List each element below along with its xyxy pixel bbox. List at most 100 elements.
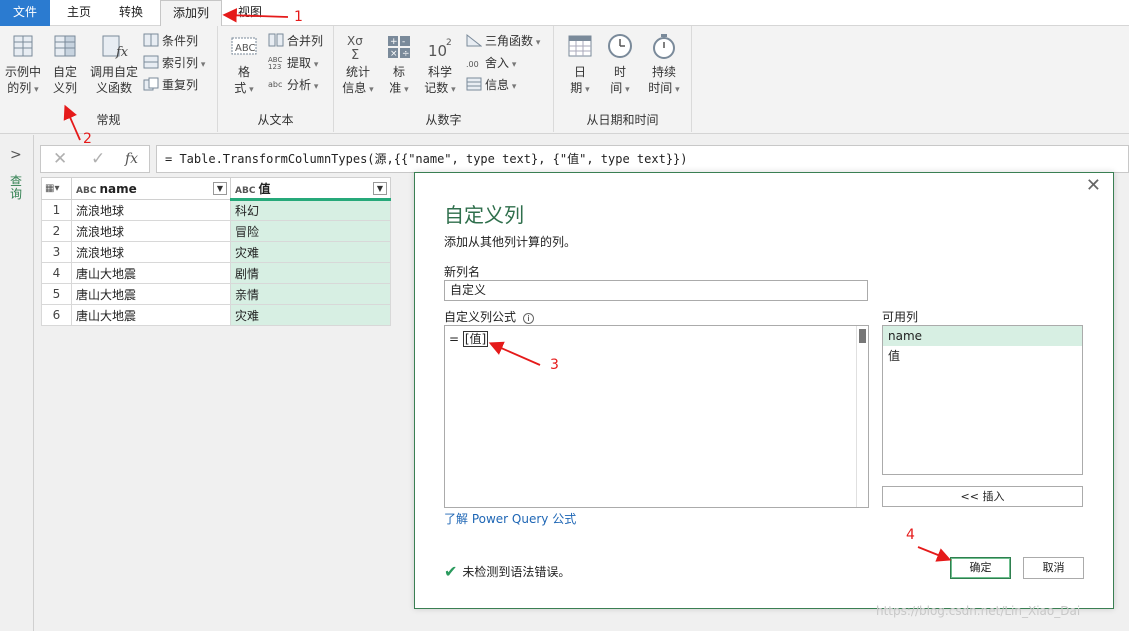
cell-value[interactable]: 科幻 (230, 199, 391, 221)
learn-power-query-link[interactable]: 了解 Power Query 公式 (444, 510, 576, 527)
formula-bar: ✕ ✓ fx = Table.TransformColumnTypes(源,{{… (40, 145, 1129, 173)
parse-button[interactable]: abc 分析 ▾ (268, 75, 318, 95)
cancel-formula-icon[interactable]: ✕ (53, 149, 67, 169)
parse-label: 分析 (287, 78, 312, 92)
custom-column-dialog: ✕ 自定义列 添加从其他列计算的列。 新列名 自定义 自定义列公式 i = [值… (414, 172, 1114, 609)
standard-button[interactable]: + - × ÷ 标 准 ▾ (382, 32, 416, 98)
index-column-button[interactable]: 索引列 ▾ (143, 53, 205, 73)
column-header-name[interactable]: ABC name ▼ (71, 177, 231, 200)
information-button[interactable]: 信息 ▾ (466, 75, 516, 95)
cell-value[interactable]: 灾难 (230, 241, 391, 263)
scientific-button[interactable]: 10 2 科学 记数 ▾ (420, 32, 460, 98)
format-button[interactable]: ABC 格 式 ▾ (224, 32, 264, 98)
svg-text:Xσ: Xσ (347, 34, 363, 48)
cell-name[interactable]: 唐山大地震 (71, 262, 231, 284)
merge-columns-icon (268, 33, 284, 47)
table-row[interactable]: 2 流浪地球 冒险 (41, 220, 391, 242)
queries-pane-label[interactable]: 查询 (10, 175, 24, 201)
extract-button[interactable]: ABC 123 提取 ▾ (268, 53, 318, 73)
cell-value[interactable]: 冒险 (230, 220, 391, 242)
expand-queries-chevron-icon[interactable]: > (10, 147, 22, 163)
fx-icon[interactable]: fx (125, 151, 138, 167)
filter-dropdown-icon[interactable]: ▼ (373, 182, 387, 195)
merge-columns-button[interactable]: 合并列 (268, 31, 323, 51)
cell-name[interactable]: 流浪地球 (71, 220, 231, 242)
annotation-number: 3 (550, 357, 559, 373)
trigonometry-button[interactable]: 三角函数 ▾ (466, 31, 540, 51)
close-icon[interactable]: ✕ (1086, 175, 1101, 196)
cell-value[interactable]: 亲情 (230, 283, 391, 305)
confirm-formula-icon[interactable]: ✓ (91, 149, 105, 169)
table-row[interactable]: 6 唐山大地震 灾难 (41, 304, 391, 326)
annotation-number: 2 (83, 131, 92, 147)
time-button[interactable]: 时 间 ▾ (602, 32, 638, 98)
format-icon: ABC (231, 37, 257, 55)
text-type-icon[interactable]: ABC (235, 186, 255, 196)
duplicate-column-button[interactable]: 重复列 (143, 75, 198, 95)
cell-name[interactable]: 唐山大地震 (71, 304, 231, 326)
table-row[interactable]: 1 流浪地球 科幻 (41, 199, 391, 221)
statistics-button[interactable]: Xσ Σ 统计 信息 ▾ (338, 32, 378, 98)
invoke-custom-function-button[interactable]: fx 调用自定 义函数 (86, 32, 142, 96)
svg-text:2: 2 (446, 38, 452, 48)
formula-label: 自定义列公式 i (444, 308, 534, 325)
formula-code[interactable]: = [值] (449, 330, 489, 347)
text-type-icon[interactable]: ABC (76, 186, 96, 196)
ribbon-group-from-text: ABC 格 式 ▾ 合并列 ABC 123 提取 ▾ abc 分析 ▾ 从文本 (218, 26, 334, 132)
svg-text:10: 10 (428, 42, 447, 60)
tab-view[interactable]: 视图 (228, 0, 272, 26)
date-label-2: 期 (570, 81, 583, 95)
table-menu-icon[interactable]: ▦▾ (41, 177, 72, 200)
from-datetime-group-label: 从日期和时间 (586, 113, 659, 127)
duration-label-1: 持续 (651, 65, 676, 79)
cell-value[interactable]: 灾难 (230, 304, 391, 326)
available-column-item[interactable]: 值 (883, 346, 1082, 366)
svg-text:abc: abc (268, 80, 282, 89)
column-from-examples-button[interactable]: 示例中 的列 ▾ (2, 32, 44, 98)
cell-value[interactable]: 剧情 (230, 262, 391, 284)
formula-value[interactable]: [值] (462, 331, 489, 347)
new-column-name-input[interactable]: 自定义 (444, 280, 868, 301)
date-button[interactable]: 日 期 ▾ (562, 32, 598, 98)
info-icon[interactable]: i (522, 313, 534, 324)
cell-name[interactable]: 唐山大地震 (71, 283, 231, 305)
format-label-1: 格 (237, 65, 250, 79)
row-index: 6 (41, 304, 72, 326)
svg-text:+: + (390, 37, 398, 47)
scrollbar-thumb[interactable] (859, 329, 866, 343)
cancel-button[interactable]: 取消 (1023, 557, 1084, 579)
duration-button[interactable]: 持续 时间 ▾ (642, 32, 686, 98)
syntax-status: ✔ 未检测到语法错误。 (444, 562, 570, 581)
table-row[interactable]: 4 唐山大地震 剧情 (41, 262, 391, 284)
custom-formula-editor[interactable]: = [值] (444, 325, 869, 508)
invoke-func-label-1: 调用自定 (89, 65, 138, 79)
status-text: 未检测到语法错误。 (462, 565, 571, 579)
table-row[interactable]: 3 流浪地球 灾难 (41, 241, 391, 263)
formula-text[interactable]: = Table.TransformColumnTypes(源,{{"name",… (156, 145, 1129, 173)
row-index: 2 (41, 220, 72, 242)
cell-name[interactable]: 流浪地球 (71, 241, 231, 263)
custom-column-button[interactable]: 自定 义列 (46, 32, 84, 96)
from-number-group-label: 从数字 (425, 113, 462, 127)
tab-file[interactable]: 文件 (0, 0, 50, 26)
clock-icon (608, 34, 632, 58)
time-label-1: 时 (613, 65, 626, 79)
column-header-value[interactable]: ABC 值 ▼ (230, 177, 391, 201)
duplicate-col-label: 重复列 (162, 78, 199, 92)
formula-scrollbar[interactable] (856, 326, 868, 507)
tab-transform[interactable]: 转换 (108, 0, 154, 26)
example-col-label-1: 示例中 (4, 65, 41, 79)
tab-home[interactable]: 主页 (56, 0, 102, 26)
ok-button[interactable]: 确定 (950, 557, 1011, 579)
conditional-column-button[interactable]: 条件列 (143, 31, 198, 51)
rounding-button[interactable]: .00 舍入 ▾ (466, 53, 516, 73)
available-column-item[interactable]: name (883, 326, 1082, 346)
filter-dropdown-icon[interactable]: ▼ (213, 182, 227, 195)
tab-add-column[interactable]: 添加列 (160, 0, 222, 27)
rounding-icon: .00 (466, 60, 479, 69)
table-row[interactable]: 5 唐山大地震 亲情 (41, 283, 391, 305)
cell-name[interactable]: 流浪地球 (71, 199, 231, 221)
insert-button[interactable]: << 插入 (882, 486, 1083, 507)
available-columns-label: 可用列 (882, 310, 919, 324)
dialog-title: 自定义列 (444, 203, 524, 227)
